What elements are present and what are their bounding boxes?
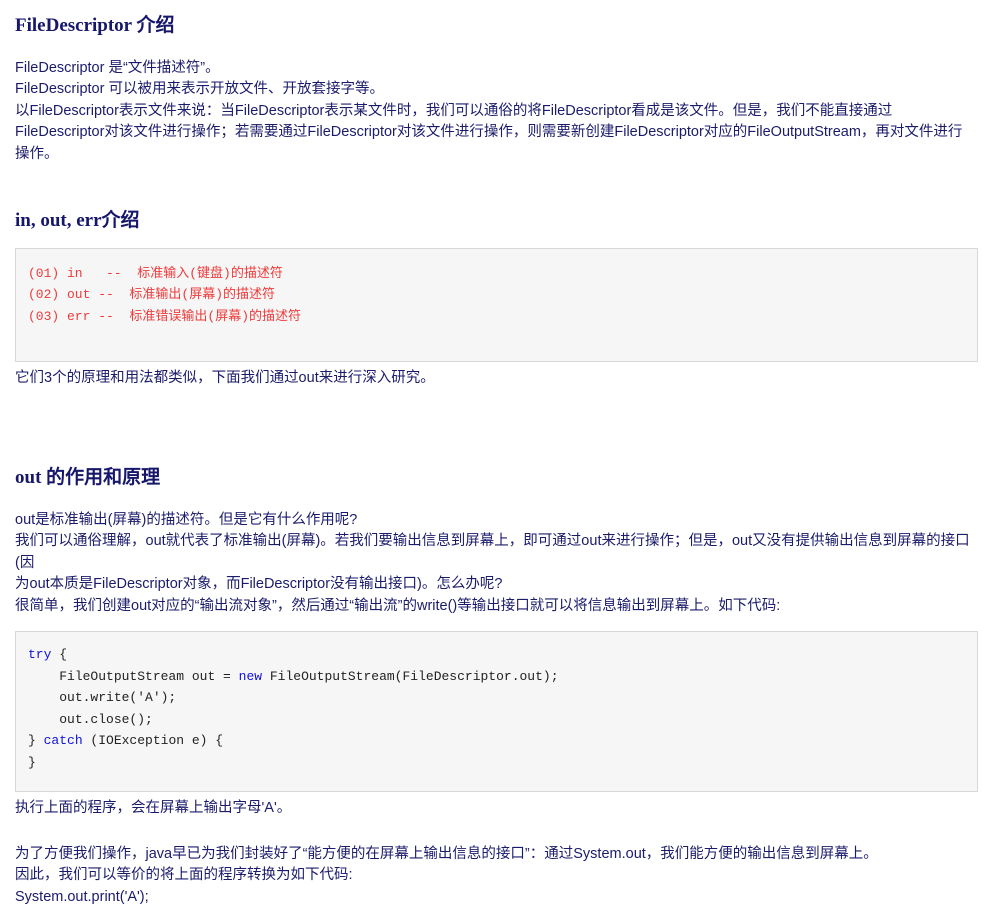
code-token: catch [43, 733, 83, 749]
code-token: out.write('A'); [59, 690, 177, 706]
code-token: try [28, 647, 52, 663]
code-token: } [28, 754, 36, 770]
section-heading-filedescriptor-intro: FileDescriptor 介绍 [15, 15, 175, 36]
code-token: FileOutputStream out = [59, 668, 239, 684]
paragraph-filedescriptor-intro: FileDescriptor 是“文件描述符”。 FileDescriptor … [15, 59, 963, 162]
section-heading-in-out-err: in, out, err介绍 [15, 210, 140, 232]
paragraph-closing: 为了方便我们操作，java早已为我们封装好了“能方便的在屏幕上输出信息的接口”：… [15, 845, 878, 905]
document-page: FileDescriptor 介绍 FileDescriptor 是“文件描述符… [0, 0, 993, 908]
section-heading-out-principle: out 的作用和原理 [15, 466, 161, 488]
code-token: out.close(); [59, 711, 153, 727]
section-spacer-3 [15, 820, 978, 830]
paragraph-block-after-inouterr-code: 它们3个的原理和用法都类似，下面我们通过out来进行深入研究。 [15, 368, 978, 390]
code-token: { [51, 647, 68, 663]
paragraph-after-inouterr-code: 它们3个的原理和用法都类似，下面我们通过out来进行深入研究。 [15, 370, 435, 387]
paragraph-after-java-code: 执行上面的程序，会在屏幕上输出字母'A'。 [15, 800, 292, 817]
code-token: FileOutputStream(FileDescriptor.out); [262, 668, 559, 684]
paragraph-block-after-java-code: 执行上面的程序，会在屏幕上输出字母'A'。 [15, 798, 978, 820]
code-block-in-out-err[interactable]: (01) in -- 标准输入(键盘)的描述符 (02) out -- 标准输出… [15, 247, 978, 363]
paragraph-block-filedescriptor-intro: FileDescriptor 是“文件描述符”。 FileDescriptor … [15, 58, 978, 166]
paragraph-block-closing: 为了方便我们操作，java早已为我们封装好了“能方便的在屏幕上输出信息的接口”：… [15, 844, 978, 908]
section-spacer-1 [15, 165, 978, 185]
code-token: (IOException e) { [82, 733, 224, 749]
paragraph-block-out-principle: out是标准输出(屏幕)的描述符。但是它有什么作用呢? 我们可以通俗理解，out… [15, 510, 978, 618]
section-spacer-2 [15, 390, 978, 436]
code-token: } [28, 733, 44, 749]
code-token: new [238, 668, 263, 684]
paragraph-out-principle: out是标准输出(屏幕)的描述符。但是它有什么作用呢? 我们可以通俗理解，out… [15, 511, 970, 614]
code-block-java-filedescriptor-out[interactable]: try { FileOutputStream out = new FileOut… [15, 631, 978, 793]
